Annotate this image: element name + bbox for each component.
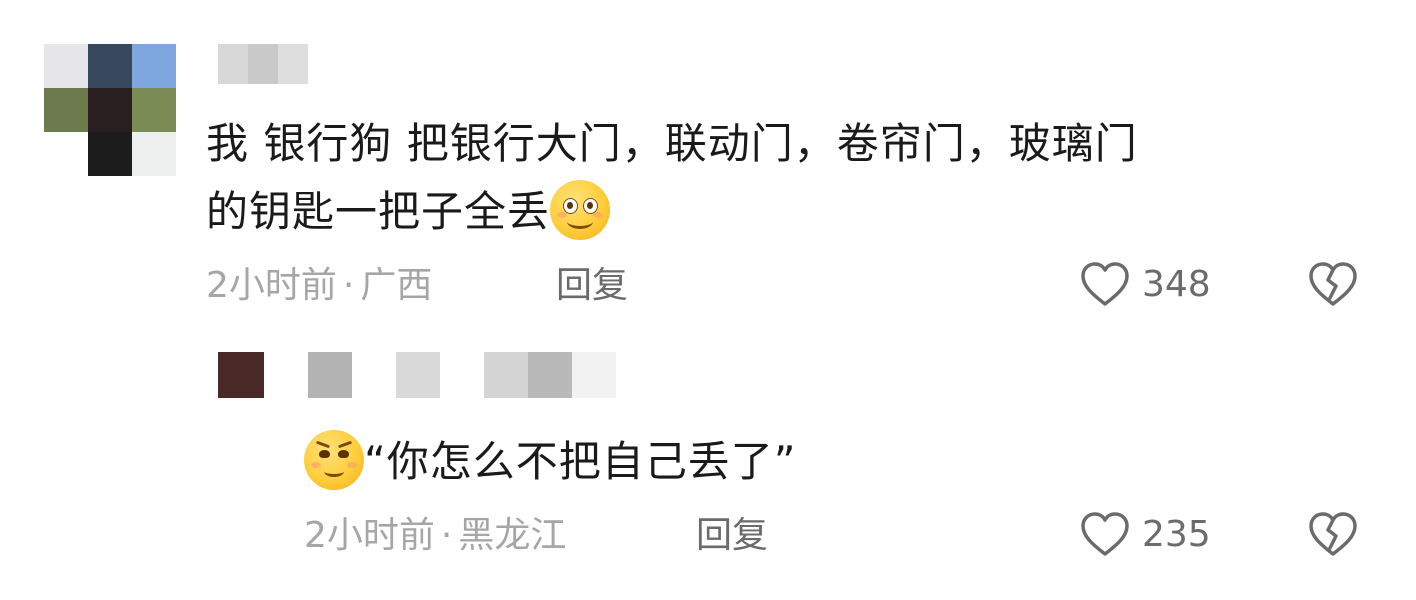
mosaic-pixel	[352, 352, 396, 398]
separator-dot: ·	[440, 515, 453, 556]
mosaic-pixel	[132, 88, 176, 132]
reply-avatar[interactable]	[218, 352, 264, 398]
mosaic-pixel	[528, 352, 572, 398]
reply-username[interactable]	[308, 352, 616, 398]
dislike-button[interactable]	[1306, 508, 1360, 562]
mosaic-pixel	[44, 132, 88, 176]
avatar[interactable]	[44, 44, 176, 176]
like-count: 235	[1142, 514, 1211, 555]
like-button[interactable]: 235	[1078, 508, 1211, 562]
mosaic-pixel	[44, 88, 88, 132]
dislike-button[interactable]	[1306, 258, 1360, 312]
separator-dot: ·	[342, 265, 355, 306]
mosaic-pixel	[88, 44, 132, 88]
like-count: 348	[1142, 264, 1211, 305]
mosaic-pixel	[218, 352, 264, 398]
reply-text: “你怎么不把自己丢了”	[304, 429, 797, 494]
mosaic-pixel	[278, 44, 308, 84]
comment-text-line: 我 银行狗 把银行大门，联动门，卷帘门，玻璃门	[206, 119, 1138, 168]
username[interactable]	[218, 44, 308, 84]
heart-outline-icon	[1081, 262, 1129, 306]
mosaic-pixel	[396, 352, 440, 398]
comment-text-line: 的钥匙一把子全丢	[206, 187, 551, 236]
blushing-smile-emoji-icon	[550, 179, 611, 240]
mosaic-pixel	[132, 44, 176, 88]
like-button[interactable]: 348	[1078, 258, 1211, 312]
mosaic-pixel	[88, 88, 132, 132]
mosaic-pixel	[44, 44, 88, 88]
comment-text: 我 银行狗 把银行大门，联动门，卷帘门，玻璃门	[206, 112, 1138, 176]
mosaic-pixel	[572, 352, 616, 398]
mosaic-pixel	[308, 352, 352, 398]
mosaic-pixel	[88, 132, 132, 176]
reply-text-line: 你怎么不把自己丢了	[386, 437, 774, 486]
reply-button[interactable]: 回复	[556, 262, 628, 310]
comment-text: 的钥匙一把子全丢	[206, 179, 611, 244]
mosaic-pixel	[440, 352, 484, 398]
quote-open: “	[364, 437, 387, 486]
comment-time: 2小时前	[206, 265, 337, 306]
reply-meta: 2小时前 · 黑龙江	[304, 512, 566, 560]
quote-close: ”	[773, 437, 797, 486]
comment-meta: 2小时前 · 广西	[206, 262, 432, 310]
mosaic-pixel	[248, 44, 278, 84]
smirk-emoji-icon	[304, 429, 364, 490]
broken-heart-icon	[1309, 262, 1357, 306]
reply-button[interactable]: 回复	[696, 512, 768, 560]
reply-time: 2小时前	[304, 515, 435, 556]
broken-heart-icon	[1309, 512, 1357, 556]
mosaic-pixel	[484, 352, 528, 398]
comment-location: 广西	[360, 265, 433, 306]
mosaic-pixel	[218, 44, 248, 84]
heart-outline-icon	[1081, 512, 1129, 556]
mosaic-pixel	[132, 132, 176, 176]
reply-location: 黑龙江	[458, 515, 567, 556]
